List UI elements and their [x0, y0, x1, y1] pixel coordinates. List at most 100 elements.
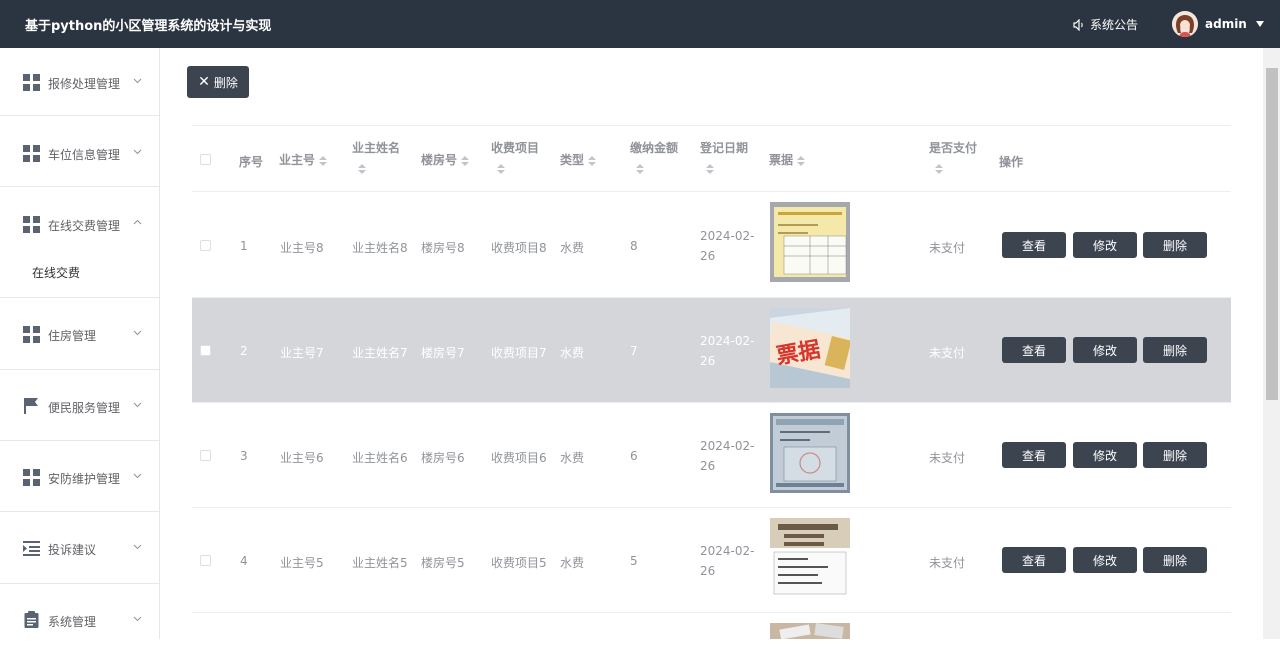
row-checkbox[interactable] [200, 450, 211, 461]
cell-date-part: 2024-02- [700, 544, 755, 558]
row-checkbox[interactable] [200, 555, 211, 566]
receipt-thumbnail[interactable]: 票据 [770, 308, 850, 388]
col-owner-no-header[interactable]: 业主号 [279, 151, 328, 168]
cell-date-part: 26 [700, 249, 716, 263]
chevron-down-icon [133, 473, 142, 479]
table-row[interactable]: 3 业主号6 业主姓名6 楼房号6 收费项目6 水费 6 2024-02- 26 … [192, 403, 1231, 508]
col-owner-name-header[interactable]: 业主姓名 [352, 139, 400, 174]
sidebar-item-label: 投诉建议 [48, 543, 97, 557]
view-button[interactable]: 查看 [1002, 442, 1066, 468]
edit-button[interactable]: 修改 [1073, 232, 1137, 258]
col-paid-header[interactable]: 是否支付 [929, 139, 977, 174]
cell-paid: 未支付 [929, 346, 966, 360]
delete-button[interactable]: 删除 [1143, 232, 1207, 258]
cell-room-no: 楼房号7 [421, 346, 465, 360]
cell-date-part: 26 [700, 459, 716, 473]
col-type: 类型 [560, 153, 585, 167]
sort-icon[interactable] [358, 164, 366, 174]
col-room-header[interactable]: 楼房号 [421, 151, 470, 168]
table-row[interactable]: 1 业主号8 业主姓名8 楼房号8 收费项目8 水费 8 2024-02- 26 … [192, 192, 1231, 298]
table-row[interactable]: 2 业主号7 业主姓名7 楼房号7 收费项目7 水费 7 2024-02- 26 … [192, 298, 1231, 403]
username: admin [1205, 17, 1247, 31]
sidebar-item-repair[interactable]: 报修处理管理 [0, 48, 159, 116]
fee-table: 序号 业主号 业主姓名 楼房号 收费项目 类型 缴纳金额 登记日期 票据 是否支… [192, 125, 1231, 639]
sidebar-item-security[interactable]: 安防维护管理 [0, 441, 159, 512]
table-row[interactable]: 4 业主号5 业主姓名5 楼房号5 收费项目5 水费 5 2024-02- 26 … [192, 508, 1231, 613]
col-index: 序号 [239, 155, 264, 169]
user-menu[interactable]: admin [1172, 11, 1264, 37]
cell-owner-name: 业主姓名7 [352, 346, 408, 360]
delete-button[interactable]: 删除 [1143, 337, 1207, 363]
row-checkbox[interactable] [200, 240, 211, 251]
cell-date-part: 26 [700, 354, 716, 368]
top-bar: 基于python的小区管理系统的设计与实现 系统公告 admin [0, 0, 1280, 48]
chevron-down-icon [133, 330, 142, 336]
sort-icon[interactable] [636, 164, 644, 174]
receipt-thumbnail[interactable] [770, 202, 850, 282]
edit-button[interactable]: 修改 [1073, 547, 1137, 573]
select-all-checkbox[interactable] [200, 154, 211, 165]
sort-icon[interactable] [706, 164, 714, 174]
cell-room-no: 楼房号8 [421, 241, 465, 255]
sidebar-item-complaints[interactable]: 投诉建议 [0, 512, 159, 584]
batch-delete-button[interactable]: ✕ 删除 [187, 66, 249, 98]
table-header: 序号 业主号 业主姓名 楼房号 收费项目 类型 缴纳金额 登记日期 票据 是否支… [192, 126, 1231, 192]
col-type-header[interactable]: 类型 [560, 151, 597, 168]
grid-icon [23, 469, 40, 486]
clipboard-icon [24, 611, 39, 628]
cell-owner-no: 业主号8 [280, 241, 324, 255]
cell-type: 水费 [560, 556, 585, 570]
notice-link[interactable]: 系统公告 [1073, 16, 1138, 33]
view-button[interactable]: 查看 [1002, 232, 1066, 258]
cell-date-part: 26 [700, 564, 716, 578]
col-fee-item-header[interactable]: 收费项目 [491, 139, 539, 174]
table-row[interactable] [192, 613, 1231, 639]
sidebar: 报修处理管理 车位信息管理 在线交费管理 在线交费 住房管理 便民服务管理 安防… [0, 48, 160, 639]
batch-delete-label: 删除 [213, 75, 238, 90]
row-checkbox[interactable] [200, 345, 211, 356]
cell-amount: 7 [630, 344, 638, 358]
receipt-thumbnail[interactable] [770, 623, 850, 639]
col-amount-header[interactable]: 缴纳金额 [630, 139, 678, 174]
flag-icon [24, 398, 38, 414]
edit-button[interactable]: 修改 [1073, 442, 1137, 468]
sort-icon[interactable] [797, 155, 806, 166]
cell-index: 3 [240, 449, 248, 463]
cell-owner-no: 业主号5 [280, 556, 324, 570]
edit-button[interactable]: 修改 [1073, 337, 1137, 363]
col-receipt: 票据 [769, 153, 794, 167]
delete-button[interactable]: 删除 [1143, 547, 1207, 573]
sidebar-item-label: 车位信息管理 [48, 148, 121, 162]
receipt-thumbnail[interactable] [770, 413, 850, 493]
sidebar-subitem-online-payment[interactable]: 在线交费 [32, 264, 80, 281]
sort-icon[interactable] [497, 164, 505, 174]
sort-icon[interactable] [935, 164, 943, 174]
col-receipt-header[interactable]: 票据 [769, 151, 806, 168]
sidebar-item-payment[interactable]: 在线交费管理 在线交费 [0, 187, 159, 298]
col-fee-item: 收费项目 [491, 141, 540, 155]
sidebar-item-housing[interactable]: 住房管理 [0, 298, 159, 370]
sort-icon[interactable] [461, 155, 470, 166]
cell-amount: 8 [630, 239, 638, 253]
caret-down-icon [1255, 21, 1264, 27]
sidebar-item-system[interactable]: 系统管理 [0, 584, 159, 656]
grid-icon [23, 326, 40, 343]
receipt-thumbnail[interactable] [770, 518, 850, 598]
view-button[interactable]: 查看 [1002, 547, 1066, 573]
cell-index: 4 [240, 554, 248, 568]
view-button[interactable]: 查看 [1002, 337, 1066, 363]
sidebar-item-label: 报修处理管理 [48, 77, 121, 91]
sidebar-item-label: 在线交费管理 [48, 219, 121, 233]
sort-icon[interactable] [588, 155, 597, 166]
cell-index: 1 [240, 239, 248, 253]
sidebar-item-label: 系统管理 [48, 615, 97, 629]
delete-button[interactable]: 删除 [1143, 442, 1207, 468]
sidebar-item-services[interactable]: 便民服务管理 [0, 370, 159, 441]
scrollbar-thumb[interactable] [1266, 68, 1278, 400]
notice-label: 系统公告 [1090, 18, 1139, 32]
sort-icon[interactable] [319, 155, 328, 166]
col-date-header[interactable]: 登记日期 [700, 139, 748, 174]
grid-icon [23, 145, 40, 162]
sidebar-item-parking[interactable]: 车位信息管理 [0, 116, 159, 187]
cell-type: 水费 [560, 451, 585, 465]
